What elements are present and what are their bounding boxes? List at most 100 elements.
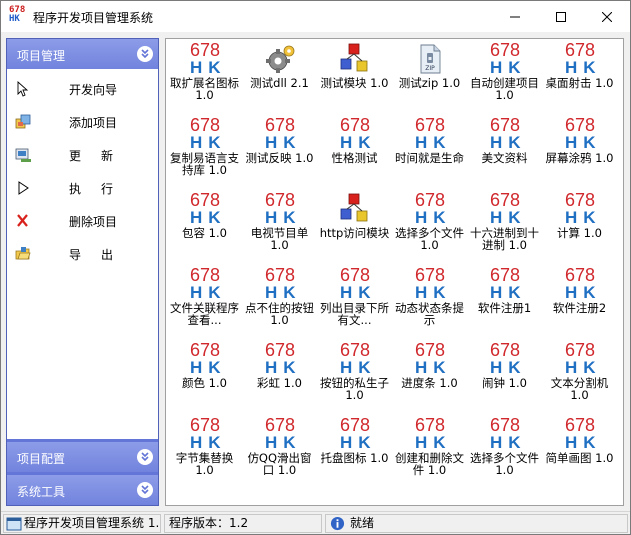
project-label: 简单画图 1.0 xyxy=(545,451,614,465)
nav-item-update[interactable]: 更新 xyxy=(7,140,158,170)
title-bar[interactable]: 678 HK 程序开发项目管理系统 xyxy=(1,1,630,32)
project-tile[interactable]: ZIP 测试zip 1.0 xyxy=(392,39,467,114)
nav-item-export[interactable]: 导出 xyxy=(7,239,158,269)
project-tile[interactable]: 678 HK 彩虹 1.0 xyxy=(242,339,317,414)
project-tile[interactable]: 测试模块 1.0 xyxy=(317,39,392,114)
status-message: 就绪 xyxy=(325,514,628,533)
project-label: 创建和删除文件 1.0 xyxy=(395,451,464,477)
cubes-module-icon xyxy=(340,43,368,72)
nav-item-run[interactable]: 执行 xyxy=(7,173,158,203)
minimize-button[interactable] xyxy=(492,1,538,32)
project-tile[interactable]: 678 HK 屏幕涂鸦 1.0 xyxy=(542,114,617,189)
status-app-name: 程序开发项目管理系统 1.0 xyxy=(3,514,161,533)
group-header-project-config[interactable]: 项目配置 xyxy=(7,442,158,472)
project-678hk-icon: 678 HK xyxy=(489,115,527,152)
project-label: 软件注册1 xyxy=(477,301,532,315)
project-tile[interactable]: 678 HK 闹钟 1.0 xyxy=(467,339,542,414)
project-tile[interactable]: 678 HK 美文资料 xyxy=(467,114,542,189)
project-tile[interactable]: 测试dll 2.1 xyxy=(242,39,317,114)
project-tile[interactable]: 678 HK 仿QQ滑出窗口 1.0 xyxy=(242,414,317,489)
project-tile[interactable]: 678 HK 复制易语言支持库 1.0 xyxy=(167,114,242,189)
project-678hk-icon: 678 HK xyxy=(414,340,452,377)
project-tile[interactable]: 678 HK 文件关联程序查看... xyxy=(167,264,242,339)
project-label: 复制易语言支持库 1.0 xyxy=(170,151,239,177)
expand-chevron-icon[interactable] xyxy=(137,482,153,498)
project-678hk-icon: 678 HK xyxy=(489,40,527,77)
project-tile[interactable]: 678 HK 选择多个文件 1.0 xyxy=(392,189,467,264)
project-678hk-icon: 678 HK xyxy=(189,340,227,377)
project-label: 自动创建项目 1.0 xyxy=(470,76,539,102)
nav-item-add-project[interactable]: 添加项目 xyxy=(7,107,158,137)
project-tile[interactable]: 678 HK 列出目录下所有文... xyxy=(317,264,392,339)
group-header-project-management[interactable]: 项目管理 xyxy=(7,39,158,69)
project-tile[interactable]: 678 HK 包容 1.0 xyxy=(167,189,242,264)
project-tile[interactable]: 678 HK 颜色 1.0 xyxy=(167,339,242,414)
project-tile[interactable]: 678 HK 时间就是生命 xyxy=(392,114,467,189)
project-tile[interactable]: 678 HK 取扩展名图标 1.0 xyxy=(167,39,242,114)
add-project-icon xyxy=(15,114,31,129)
close-button[interactable] xyxy=(584,1,630,32)
project-tile[interactable]: 678 HK 桌面射击 1.0 xyxy=(542,39,617,114)
project-label: 字节集替换 1.0 xyxy=(175,451,234,477)
project-label: 测试zip 1.0 xyxy=(398,76,461,90)
project-tile[interactable]: 678 HK 计算 1.0 xyxy=(542,189,617,264)
group-header-system-tools[interactable]: 系统工具 xyxy=(7,475,158,505)
project-tile[interactable]: 678 HK 软件注册1 xyxy=(467,264,542,339)
cursor-arrow-icon xyxy=(17,81,29,97)
project-label: 电视节目单 1.0 xyxy=(250,226,309,252)
maximize-button[interactable] xyxy=(538,1,584,32)
project-label: 时间就是生命 xyxy=(395,151,464,165)
maximize-icon xyxy=(556,11,566,22)
project-tile[interactable]: 678 HK 测试反映 1.0 xyxy=(242,114,317,189)
project-tile[interactable]: 678 HK 自动创建项目 1.0 xyxy=(467,39,542,114)
project-678hk-icon: 678 HK xyxy=(564,265,602,302)
nav-item-dev-wizard[interactable]: 开发向导 xyxy=(7,74,158,104)
project-label: 软件注册2 xyxy=(552,301,607,315)
project-678hk-icon: 678 HK xyxy=(564,40,602,77)
project-label: 十六进制到十进制 1.0 xyxy=(470,226,539,252)
close-icon xyxy=(602,11,612,22)
cubes-module-icon xyxy=(340,193,368,222)
project-tile[interactable]: 678 HK 字节集替换 1.0 xyxy=(167,414,242,489)
project-678hk-icon: 678 HK xyxy=(564,115,602,152)
nav-item-delete-project[interactable]: 删除项目 xyxy=(7,206,158,236)
project-678hk-icon: 678 HK xyxy=(264,265,302,302)
collapse-chevron-icon[interactable] xyxy=(137,46,153,62)
expand-chevron-icon[interactable] xyxy=(137,449,153,465)
project-tile[interactable]: 678 HK 软件注册2 xyxy=(542,264,617,339)
project-label: 取扩展名图标 1.0 xyxy=(170,76,239,102)
project-tile[interactable]: 678 HK 选择多个文件 1.0 xyxy=(467,414,542,489)
project-tile[interactable]: http访问模块 xyxy=(317,189,392,264)
project-label: 彩虹 1.0 xyxy=(257,376,302,390)
project-678hk-icon: 678 HK xyxy=(339,115,377,152)
play-icon xyxy=(18,181,29,195)
project-tile[interactable]: 678 HK 文本分割机 1.0 xyxy=(542,339,617,414)
project-678hk-icon: 678 HK xyxy=(189,40,227,77)
project-label: 仿QQ滑出窗口 1.0 xyxy=(247,451,312,477)
project-tile[interactable]: 678 HK 十六进制到十进制 1.0 xyxy=(467,189,542,264)
project-tile[interactable]: 678 HK 点不住的按钮 1.0 xyxy=(242,264,317,339)
project-tile[interactable]: 678 HK 进度条 1.0 xyxy=(392,339,467,414)
delete-x-icon xyxy=(17,214,28,227)
project-678hk-icon: 678 HK xyxy=(489,340,527,377)
project-tile[interactable]: 678 HK 性格测试 xyxy=(317,114,392,189)
project-label: 性格测试 xyxy=(331,151,378,165)
project-tile[interactable]: 678 HK 简单画图 1.0 xyxy=(542,414,617,489)
project-label: 颜色 1.0 xyxy=(182,376,227,390)
project-management-panel: 开发向导 添加项目 更新 执行 删除项目 导出 xyxy=(7,69,158,439)
main-window: 678 HK 程序开发项目管理系统 项目管理 开发向导 添加项目 更新 执行 删… xyxy=(0,0,631,535)
app-logo-icon: 678 HK xyxy=(9,5,26,24)
project-label: 闹钟 1.0 xyxy=(482,376,527,390)
project-678hk-icon: 678 HK xyxy=(414,415,452,452)
project-tile[interactable]: 678 HK 托盘图标 1.0 xyxy=(317,414,392,489)
project-678hk-icon: 678 HK xyxy=(564,190,602,227)
status-bar: 程序开发项目管理系统 1.0 程序版本：1.2 就绪 xyxy=(1,511,630,534)
project-label: 动态状态条提示 xyxy=(395,301,464,327)
project-tile[interactable]: 678 HK 电视节目单 1.0 xyxy=(242,189,317,264)
project-tile[interactable]: 678 HK 动态状态条提示 xyxy=(392,264,467,339)
project-label: 美文资料 xyxy=(481,151,528,165)
project-label: 列出目录下所有文... xyxy=(320,301,389,327)
project-tile[interactable]: 678 HK 创建和删除文件 1.0 xyxy=(392,414,467,489)
minimize-icon xyxy=(510,16,520,17)
project-tile[interactable]: 678 HK 按钮的私生子 1.0 xyxy=(317,339,392,414)
